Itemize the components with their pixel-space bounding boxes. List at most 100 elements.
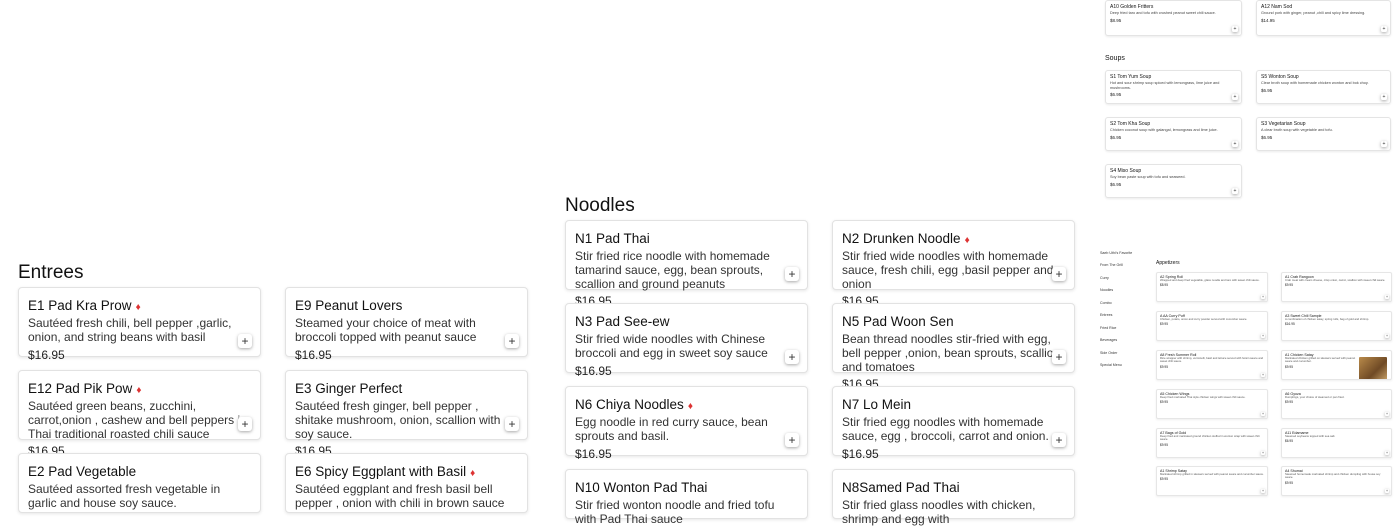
menu-item-a1-crab[interactable]: A1 Crab Rangoon Crab meat with cream che… — [1281, 272, 1392, 302]
menu-item-a5[interactable]: A5 Chicken Wings Deep fried marinated Th… — [1156, 389, 1268, 419]
menu-item-a7[interactable]: A7 Bags of Gold Deep fried and marinated… — [1156, 428, 1268, 458]
add-to-cart-button[interactable]: + — [238, 334, 252, 348]
category-nav-noodles[interactable]: Noodles — [1100, 288, 1113, 292]
add-to-cart-button[interactable]: + — [238, 417, 252, 431]
add-to-cart-button[interactable]: + — [1052, 350, 1066, 364]
item-price: $9.95 — [1285, 400, 1293, 405]
add-to-cart-button[interactable]: + — [1385, 334, 1389, 338]
item-name: N3 Pad See-ew — [575, 314, 670, 329]
add-to-cart-button[interactable]: + — [1261, 412, 1265, 416]
menu-item-e2[interactable]: E2 Pad Vegetable Sautéed assorted fresh … — [18, 453, 261, 513]
menu-item-a11[interactable]: A11 Edamame Steamed soybeans topped with… — [1281, 428, 1392, 458]
menu-item-a10[interactable]: A10 Golden Fritters Deep fried taro and … — [1105, 0, 1242, 36]
item-description: Clear broth soup with homemade chicken w… — [1261, 81, 1369, 85]
item-name: N5 Pad Woon Sen — [842, 314, 954, 329]
item-description: Marinated chicken grilled on skewers ser… — [1285, 356, 1356, 364]
item-price: $6.95 — [1110, 134, 1122, 140]
add-to-cart-button[interactable]: + — [1261, 334, 1265, 338]
item-description: Stir fried wide noodles with Chinese bro… — [575, 332, 768, 360]
appetizers-heading: Appetizers — [1156, 260, 1180, 266]
menu-item-e12[interactable]: E12 Pad Pik Pow ♦ Sautéed green beans, zu… — [18, 370, 261, 458]
item-description: Dumplings, your choice of steamed or pan… — [1285, 395, 1345, 399]
add-to-cart-button[interactable]: + — [1261, 451, 1265, 455]
menu-item-s4[interactable]: S4 Miso Soup Soy bean paste soup with to… — [1105, 164, 1242, 198]
item-price: $8.95 — [1110, 17, 1122, 23]
add-to-cart-button[interactable]: + — [1381, 141, 1387, 147]
add-to-cart-button[interactable]: + — [1381, 94, 1387, 100]
menu-item-n7[interactable]: N7 Lo Mein Stir fried egg noodles with h… — [832, 386, 1075, 461]
item-description: Deep fried marinated Thai style chicken … — [1160, 395, 1246, 399]
item-description: Crab meat with cream cheese, crisp onion… — [1285, 278, 1386, 282]
add-to-cart-button[interactable]: + — [505, 334, 519, 348]
item-name: S1 Tom Yum Soup — [1110, 74, 1152, 80]
category-nav-fried-rice[interactable]: Fried Rice — [1100, 326, 1116, 330]
chili-icon: ♦ — [470, 468, 476, 479]
menu-item-e3[interactable]: E3 Ginger Perfect Sautéed fresh ginger, … — [285, 370, 528, 458]
category-nav-saeb-favorite[interactable]: Saeb Uthi's Favorite — [1100, 251, 1132, 255]
add-to-cart-button[interactable]: + — [1261, 489, 1265, 493]
item-name: N10 Wonton Pad Thai — [575, 480, 708, 495]
menu-item-e6[interactable]: E6 Spicy Eggplant with Basil ♦ Sautéed eg… — [285, 453, 528, 513]
item-description: Marinated shrimp grilled in skewers serv… — [1160, 472, 1264, 476]
add-to-cart-button[interactable]: + — [1261, 373, 1265, 377]
menu-item-n10[interactable]: N10 Wonton Pad Thai Stir fried wonton no… — [565, 469, 808, 526]
menu-item-a3[interactable]: A3 Sweet Chili Sample A combination of c… — [1281, 311, 1392, 341]
menu-item-a12[interactable]: A12 Nam Sod Ground pork with ginger, pea… — [1256, 0, 1391, 36]
add-to-cart-button[interactable]: + — [1232, 141, 1238, 147]
add-to-cart-button[interactable]: + — [785, 267, 799, 281]
category-nav-special-menu[interactable]: Special Menu — [1100, 363, 1122, 367]
item-description: Bean thread noodles stir-fried with egg,… — [842, 332, 1061, 374]
add-to-cart-button[interactable]: + — [1385, 489, 1389, 493]
menu-item-e1[interactable]: E1 Pad Kra Prow ♦ Sautéed fresh chili, be… — [18, 287, 261, 362]
menu-item-n2[interactable]: N2 Drunken Noodle ♦ Stir fried wide noodl… — [832, 220, 1075, 308]
item-name: E3 Ginger Perfect — [295, 381, 403, 396]
menu-item-a6[interactable]: A6 Gyoza Dumplings, your choice of steam… — [1281, 389, 1392, 419]
category-nav-combo[interactable]: Combo — [1100, 301, 1112, 305]
menu-item-n6[interactable]: N6 Chiya Noodles ♦ Egg noodle in red curr… — [565, 386, 808, 461]
item-description: Stir fried wide noodles with homemade sa… — [842, 249, 1054, 291]
add-to-cart-button[interactable]: + — [1385, 412, 1389, 416]
add-to-cart-button[interactable]: + — [1385, 451, 1389, 455]
menu-item-s2[interactable]: S2 Tom Kha Soup Chicken coconut soup wit… — [1105, 117, 1242, 151]
menu-item-a8[interactable]: A8 Fresh Summer Roll Rice wrapper with s… — [1156, 350, 1268, 380]
menu-item-a2[interactable]: A2 Spring Roll Wrapped and deep fried ve… — [1156, 272, 1268, 302]
category-nav-entrees[interactable]: Entrees — [1100, 313, 1112, 317]
item-price: $9.95 — [1160, 477, 1168, 482]
menu-item-n8[interactable]: N8Samed Pad Thai Stir fried glass noodle… — [832, 469, 1075, 526]
add-to-cart-button[interactable]: + — [1261, 295, 1265, 299]
category-nav-beverages[interactable]: Beverages — [1100, 338, 1117, 342]
add-to-cart-button[interactable]: + — [1232, 94, 1238, 100]
menu-item-n1[interactable]: N1 Pad Thai Stir fried rice noodle with … — [565, 220, 808, 308]
menu-item-e9[interactable]: E9 Peanut Lovers Steamed your choice of … — [285, 287, 528, 362]
add-to-cart-button[interactable]: + — [1232, 188, 1238, 194]
add-to-cart-button[interactable]: + — [1052, 433, 1066, 447]
add-to-cart-button[interactable]: + — [505, 417, 519, 431]
chili-icon: ♦ — [136, 385, 142, 396]
category-nav-grill[interactable]: From The Grill — [1100, 263, 1123, 267]
food-photo — [1359, 357, 1387, 379]
add-to-cart-button[interactable]: + — [785, 350, 799, 364]
item-price: $9.95 — [1160, 322, 1168, 327]
menu-item-aa-curry-puff[interactable]: A AA Curry Puff Chicken, potato, onion a… — [1156, 311, 1268, 341]
add-to-cart-button[interactable]: + — [1385, 295, 1389, 299]
menu-item-a1-chicken-satay[interactable]: A1 Chicken Satay Marinated chicken grill… — [1281, 350, 1392, 380]
item-name: N6 Chiya Noodles ♦ — [575, 397, 693, 412]
add-to-cart-button[interactable]: + — [1052, 267, 1066, 281]
menu-item-s3[interactable]: S3 Vegetarian Soup A clear broth soup wi… — [1256, 117, 1391, 151]
item-description: Ground pork with ginger, peanut ,chili a… — [1261, 11, 1366, 15]
menu-item-s1[interactable]: S1 Tom Yum Soup Hot and sour shrimp soup… — [1105, 70, 1242, 104]
menu-item-s5[interactable]: S5 Wonton Soup Clear broth soup with hom… — [1256, 70, 1391, 104]
add-to-cart-button[interactable]: + — [1381, 26, 1387, 32]
category-nav-curry[interactable]: Curry — [1100, 276, 1109, 280]
add-to-cart-button[interactable]: + — [785, 433, 799, 447]
item-description: Steamed homemade marinated shrimp and ch… — [1285, 472, 1381, 480]
item-description: A combination of chicken satay, spring r… — [1285, 317, 1370, 321]
menu-item-n5[interactable]: N5 Pad Woon Sen Bean thread noodles stir… — [832, 303, 1075, 391]
menu-item-a4[interactable]: A4 Shumai Steamed homemade marinated shr… — [1281, 466, 1392, 496]
category-nav-side-order[interactable]: Side Order — [1100, 351, 1117, 355]
menu-item-a1-shrimp-satay[interactable]: A1 Shrimp Satay Marinated shrimp grilled… — [1156, 466, 1268, 496]
item-price: $6.95 — [1261, 134, 1273, 140]
menu-item-n3[interactable]: N3 Pad See-ew Stir fried wide noodles wi… — [565, 303, 808, 378]
item-description: Sautéed eggplant and fresh basil bell pe… — [295, 482, 505, 510]
add-to-cart-button[interactable]: + — [1232, 26, 1238, 32]
